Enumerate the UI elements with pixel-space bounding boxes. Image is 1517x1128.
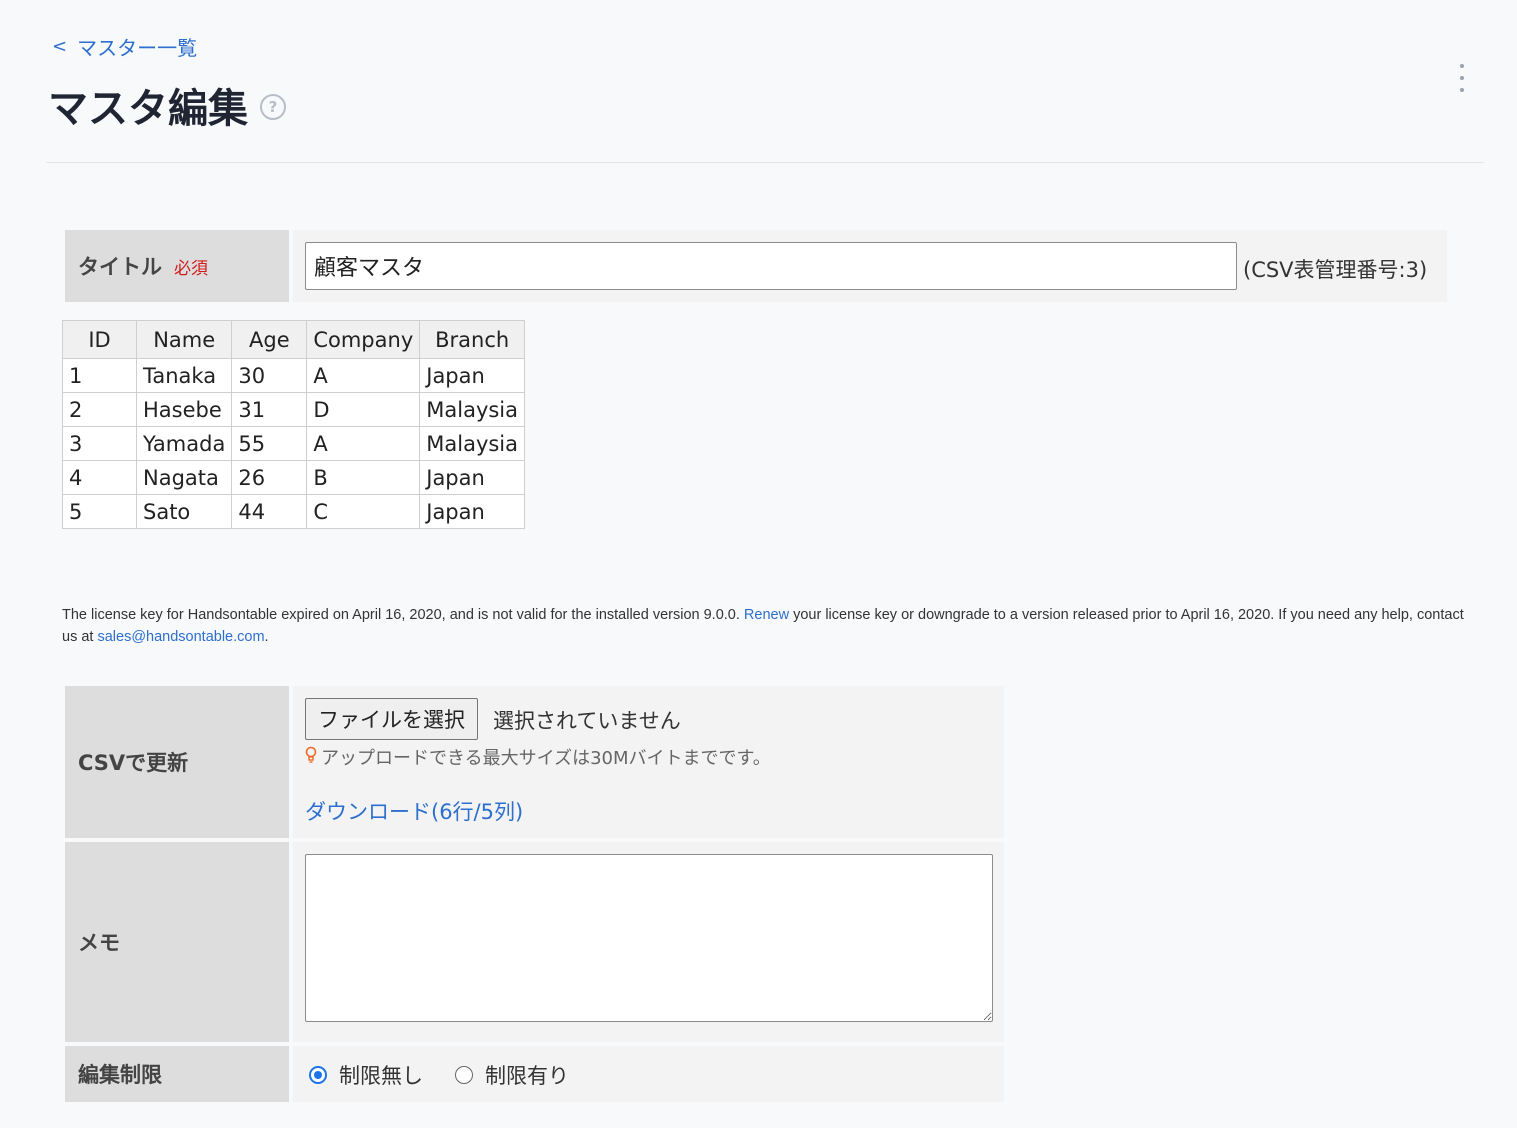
radio-label: 制限有り xyxy=(485,1064,569,1088)
column-header[interactable]: Name xyxy=(135,320,233,359)
download-link[interactable]: ダウンロード(6行/5列) xyxy=(305,796,523,826)
table-row: 4 Nagata 26 B Japan xyxy=(62,460,526,495)
table-row: 5 Sato 44 C Japan xyxy=(62,494,526,529)
radio-label: 制限無し xyxy=(339,1064,423,1088)
csv-update-value-cell: ファイルを選択 選択されていません アップロードできる最大サイズは30Mバイトま… xyxy=(293,686,1004,838)
grid-cell[interactable]: Japan xyxy=(419,460,526,495)
grid-cell[interactable]: 3 xyxy=(62,426,137,461)
grid-cell[interactable]: 1 xyxy=(62,358,137,393)
grid-cell[interactable]: 5 xyxy=(62,494,137,529)
edit-restriction-value-cell: 制限無し 制限有り xyxy=(293,1046,1004,1102)
data-grid[interactable]: ID Name Age Company Branch 1 Tanaka 30 A… xyxy=(62,320,526,529)
grid-cell[interactable]: Sato xyxy=(135,494,233,529)
grid-cell[interactable]: Yamada xyxy=(135,426,233,461)
radio-button-checked[interactable] xyxy=(309,1066,327,1084)
radio-no-restriction[interactable]: 制限無し xyxy=(309,1060,423,1090)
column-header[interactable]: Age xyxy=(231,320,308,359)
grid-cell[interactable]: 31 xyxy=(231,392,308,427)
column-header[interactable]: Company xyxy=(306,320,421,359)
radio-with-restriction[interactable]: 制限有り xyxy=(455,1060,569,1090)
title-row: タイトル 必須 (CSV表管理番号:3) xyxy=(65,230,1447,302)
grid-cell[interactable]: Malaysia xyxy=(419,392,526,427)
sales-email-link[interactable]: sales@handsontable.com xyxy=(97,629,264,645)
memo-textarea[interactable] xyxy=(305,854,993,1022)
grid-cell[interactable]: Tanaka xyxy=(135,358,233,393)
upload-tip-text: アップロードできる最大サイズは30Mバイトまでです。 xyxy=(321,748,771,769)
grid-cell[interactable]: A xyxy=(306,426,421,461)
page-title: マスタ編集 xyxy=(48,86,248,132)
more-options-icon[interactable] xyxy=(1452,64,1472,92)
csv-management-number: (CSV表管理番号:3) xyxy=(1243,258,1428,282)
grid-cell[interactable]: Nagata xyxy=(135,460,233,495)
grid-cell[interactable]: D xyxy=(306,392,421,427)
upload-tip: アップロードできる最大サイズは30Mバイトまでです。 xyxy=(305,744,771,770)
grid-cell[interactable]: A xyxy=(306,358,421,393)
grid-cell[interactable]: C xyxy=(306,494,421,529)
chevron-left-icon: < xyxy=(52,36,68,57)
title-value-cell: (CSV表管理番号:3) xyxy=(293,230,1447,302)
title-label: タイトル xyxy=(78,255,162,279)
table-row: 3 Yamada 55 A Malaysia xyxy=(62,426,526,461)
edit-restriction-row: 編集制限 制限無し 制限有り xyxy=(65,1046,1004,1102)
grid-cell[interactable]: B xyxy=(306,460,421,495)
csv-update-label: CSVで更新 xyxy=(78,751,189,775)
file-status: 選択されていません xyxy=(493,709,681,733)
memo-label: メモ xyxy=(78,931,120,955)
memo-label-cell: メモ xyxy=(65,842,289,1042)
table-row: 1 Tanaka 30 A Japan xyxy=(62,358,526,393)
required-badge: 必須 xyxy=(174,258,208,279)
memo-value-cell xyxy=(293,842,1004,1042)
edit-restriction-label-cell: 編集制限 xyxy=(65,1046,289,1102)
help-icon[interactable]: ? xyxy=(260,94,286,120)
license-text: The license key for Handsontable expired… xyxy=(62,607,744,623)
header-divider xyxy=(46,162,1484,163)
choose-file-button[interactable]: ファイルを選択 xyxy=(305,698,478,740)
grid-cell[interactable]: 2 xyxy=(62,392,137,427)
grid-cell[interactable]: 26 xyxy=(231,460,308,495)
grid-cell[interactable]: 55 xyxy=(231,426,308,461)
back-link-label: マスター一覧 xyxy=(77,36,198,60)
column-header[interactable]: ID xyxy=(62,320,137,359)
title-label-cell: タイトル 必須 xyxy=(65,230,289,302)
grid-cell[interactable]: Japan xyxy=(419,358,526,393)
grid-cell[interactable]: 30 xyxy=(231,358,308,393)
renew-link[interactable]: Renew xyxy=(744,607,789,623)
grid-cell[interactable]: Japan xyxy=(419,494,526,529)
csv-update-row: CSVで更新 ファイルを選択 選択されていません アップロードできる最大サイズは… xyxy=(65,686,1004,838)
memo-row: メモ xyxy=(65,842,1004,1042)
radio-button-unchecked[interactable] xyxy=(455,1066,473,1084)
column-header[interactable]: Branch xyxy=(419,320,526,359)
license-text: . xyxy=(264,629,269,645)
title-input[interactable] xyxy=(305,242,1237,290)
grid-header-row: ID Name Age Company Branch xyxy=(62,320,526,359)
back-to-master-list-link[interactable]: < マスター一覧 xyxy=(52,32,197,61)
lightbulb-icon xyxy=(305,746,317,768)
grid-cell[interactable]: Hasebe xyxy=(135,392,233,427)
restriction-radio-group: 制限無し 制限有り xyxy=(309,1060,601,1090)
grid-cell[interactable]: Malaysia xyxy=(419,426,526,461)
grid-cell[interactable]: 4 xyxy=(62,460,137,495)
edit-restriction-label: 編集制限 xyxy=(78,1063,162,1087)
grid-cell[interactable]: 44 xyxy=(231,494,308,529)
table-row: 2 Hasebe 31 D Malaysia xyxy=(62,392,526,427)
license-notice: The license key for Handsontable expired… xyxy=(62,604,1472,648)
csv-update-label-cell: CSVで更新 xyxy=(65,686,289,838)
